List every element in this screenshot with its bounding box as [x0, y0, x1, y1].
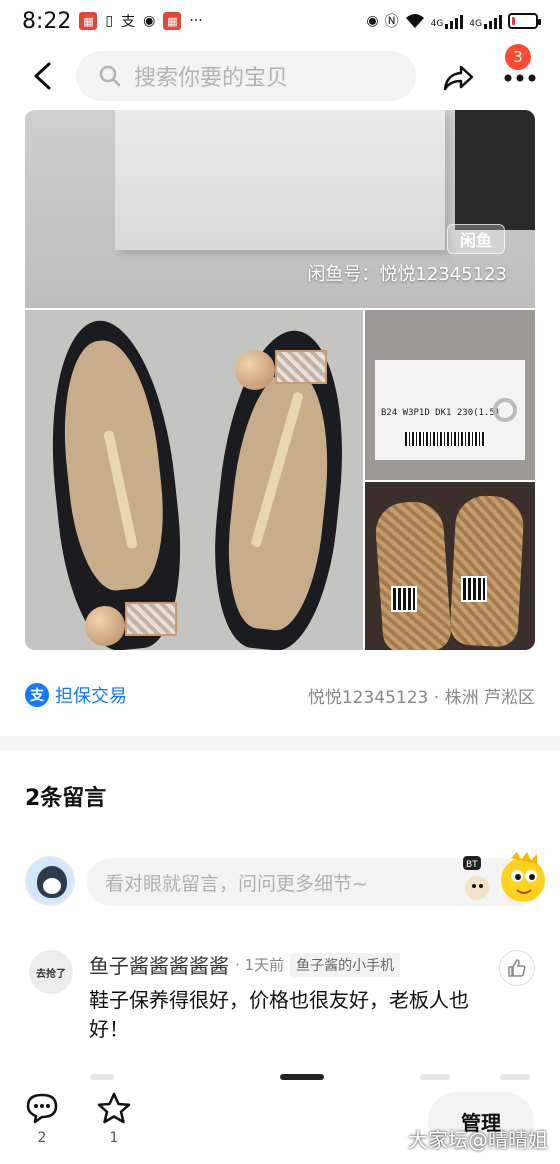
back-arrow-icon: [34, 62, 51, 90]
product-photo-box[interactable]: 闲鱼 闲鱼号：悦悦12345123: [25, 110, 535, 308]
product-photo-shoes[interactable]: [25, 310, 363, 650]
comment-text: 鞋子保养得很好，价格也很友好，老板人也好！: [89, 988, 469, 1041]
search-icon: [99, 65, 121, 87]
signal-icon: 4G: [431, 13, 464, 29]
avatar[interactable]: [25, 856, 75, 906]
favorite-button[interactable]: 1: [92, 1092, 136, 1146]
seller-location: 悦悦12345123 · 株洲 芦淞区: [307, 687, 535, 708]
share-icon: [443, 65, 474, 91]
box-code: B24 W3P1D DK1 230(1.5): [381, 408, 501, 418]
eye-icon: ◉: [366, 13, 379, 29]
xianyu-logo: 闲鱼: [447, 224, 505, 254]
label-ring: [493, 398, 517, 422]
comment-bubble-icon: [26, 1093, 58, 1124]
more-dots-icon: ···: [189, 13, 203, 29]
comments-title: 2条留言: [25, 786, 107, 811]
next-comment-preview: [90, 1074, 540, 1082]
avatar[interactable]: 去抢了: [29, 950, 73, 994]
notification-badge: 3: [505, 44, 531, 70]
like-button[interactable]: [499, 950, 535, 986]
wifi-icon: [405, 13, 425, 29]
comment-meta: 鱼子酱酱酱酱酱 · 1天前 鱼子酱的小手机: [89, 950, 401, 979]
crystal-buckle: [125, 602, 177, 636]
status-right: ◉ Ⓝ 4G 4G: [366, 11, 541, 31]
product-photo-soles[interactable]: [365, 482, 535, 650]
app-badge-icon: ▦: [79, 12, 98, 30]
fish-mascot-icon: BT: [463, 852, 545, 902]
crystal-buckle: [275, 350, 327, 384]
sole-right: [449, 494, 525, 648]
watermark-text: 闲鱼号：悦悦12345123: [307, 264, 507, 285]
sim-icon: ▯: [105, 13, 114, 29]
guarantee-label: 担保交易: [55, 686, 127, 707]
sole-left: [373, 499, 453, 650]
search-input[interactable]: 搜索你要的宝贝: [76, 51, 416, 101]
gold-ball-ornament: [85, 606, 125, 646]
status-bar: 8:22 ▦ ▯ 支 ◉ ▦ ··· ◉ Ⓝ 4G 4G: [0, 0, 560, 42]
svg-text:BT: BT: [466, 860, 478, 870]
product-photo-box-label[interactable]: B24 W3P1D DK1 230(1.5): [365, 310, 535, 480]
comment-time: · 1天前: [235, 956, 285, 974]
guarantee-trade[interactable]: 支 担保交易: [25, 682, 127, 708]
gold-ball-ornament: [235, 350, 275, 390]
comment-button[interactable]: 2: [20, 1092, 64, 1146]
box-shadow-edge: [455, 110, 535, 230]
alipay-icon: 支: [25, 683, 49, 707]
app-badge-icon: ▦: [163, 12, 182, 30]
comment-input-row: 看对眼就留言，问问更多细节~ BT: [25, 852, 545, 908]
qr-code-sticker: [461, 576, 487, 602]
search-placeholder: 搜索你要的宝贝: [134, 66, 289, 91]
share-button[interactable]: [438, 58, 478, 98]
commenter-name[interactable]: 鱼子酱酱酱酱酱: [89, 950, 229, 979]
comment-input-placeholder: 看对眼就留言，问问更多细节~: [105, 872, 368, 895]
header: 搜索你要的宝贝 3: [0, 44, 560, 108]
status-time: 8:22: [22, 8, 72, 34]
thumbs-up-icon: [508, 959, 526, 977]
section-divider: [0, 736, 560, 750]
back-button[interactable]: [24, 58, 60, 94]
alipay-icon: 支: [121, 14, 136, 30]
status-left: 8:22 ▦ ▯ 支 ◉ ▦ ···: [22, 9, 203, 34]
shoe-box-lid: [115, 110, 445, 250]
box-label: B24 W3P1D DK1 230(1.5): [375, 360, 525, 460]
forum-watermark: 大家坛@晴晴姐: [408, 1128, 548, 1152]
info-row: 支 担保交易 悦悦12345123 · 株洲 芦淞区: [25, 676, 535, 714]
qr-code-sticker: [391, 586, 417, 612]
favorite-count: 1: [109, 1130, 119, 1146]
comment-count: 2: [37, 1130, 47, 1146]
barcode: [405, 432, 485, 446]
battery-icon: [508, 13, 541, 29]
signal-icon: 4G: [469, 13, 502, 29]
shoe-left: [38, 314, 192, 650]
nfc-icon: Ⓝ: [384, 14, 399, 30]
wechat-icon: ◉: [143, 13, 156, 29]
bottom-bar: 2 1 管理 大家坛@晴晴姐: [0, 1084, 560, 1164]
star-icon: [97, 1092, 131, 1124]
device-tag: 鱼子酱的小手机: [290, 952, 401, 977]
more-dots-icon: [504, 74, 536, 82]
